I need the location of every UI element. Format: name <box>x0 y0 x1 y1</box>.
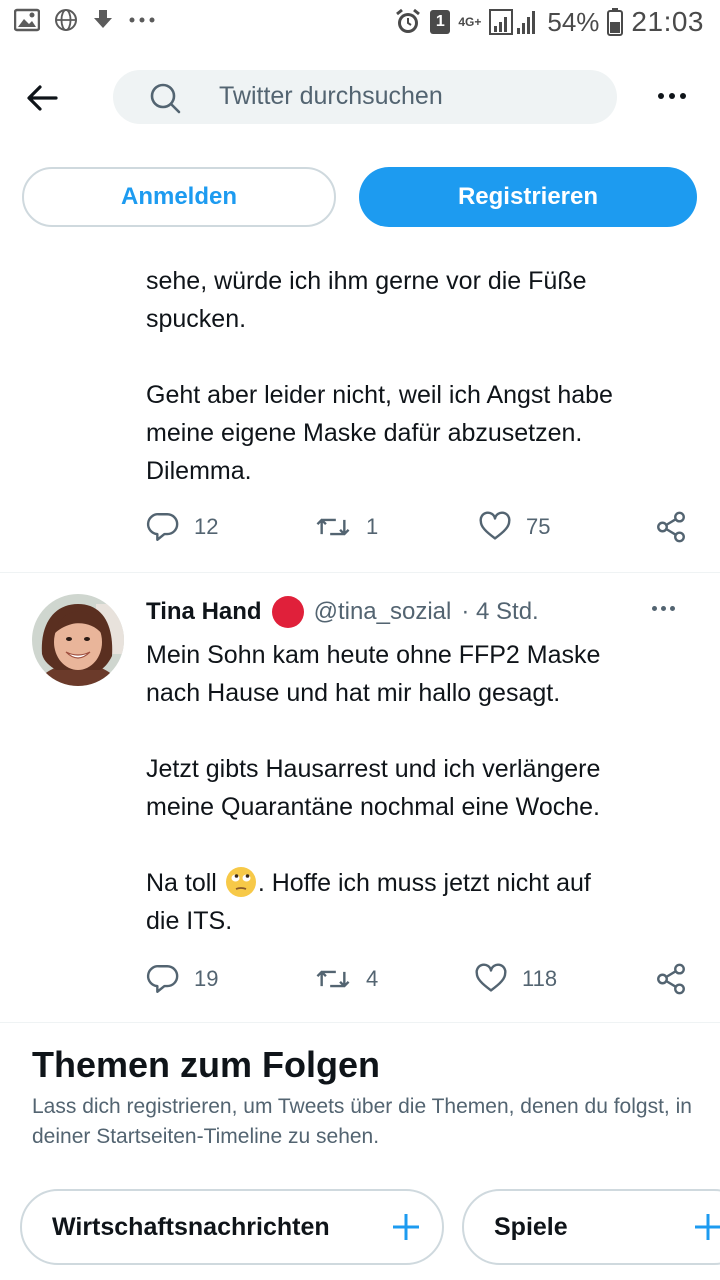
retweet-button[interactable]: 1 <box>314 510 378 544</box>
tweet-text-part: Mein Sohn kam heute ohne FFP2 Maske nach… <box>146 641 601 897</box>
tweet-text: sehe, würde ich ihm gerne vor die Füße s… <box>146 267 613 485</box>
sim-icon: 1 <box>430 10 451 34</box>
battery-percent: 54% <box>547 6 600 37</box>
more-dot <box>669 93 675 99</box>
eye-roll-emoji-icon <box>225 867 256 897</box>
image-icon <box>14 8 40 32</box>
tweet-time[interactable]: · 4 Std. <box>461 598 538 626</box>
plus-icon <box>393 1214 419 1240</box>
clock: 21:03 <box>631 6 704 37</box>
topic-chip-wirtschaftsnachrichten[interactable]: Wirtschaftsnachrichten <box>20 1189 444 1265</box>
plus-icon <box>695 1214 720 1240</box>
network-type: 4G+ <box>458 15 482 29</box>
more-dot <box>658 93 664 99</box>
author-name[interactable]: Tina Hand <box>146 598 262 626</box>
login-button[interactable]: Anmelden <box>22 167 336 227</box>
reply-button[interactable]: 19 <box>146 962 218 996</box>
tweet[interactable]: sehe, würde ich ihm gerne vor die Füße s… <box>0 232 720 572</box>
more-dot <box>680 93 686 99</box>
tweet[interactable]: Tina Hand @tina_sozial · 4 Std. Mein Soh… <box>0 576 720 1022</box>
retweet-button[interactable]: 4 <box>314 962 378 996</box>
search-icon <box>150 83 181 114</box>
red-circle-icon <box>271 596 304 628</box>
download-icon <box>94 10 112 28</box>
topic-chip-spiele[interactable]: Spiele <box>462 1189 720 1265</box>
heart-icon <box>479 511 511 540</box>
like-count: 75 <box>526 514 551 539</box>
battery-icon <box>607 8 624 36</box>
topic-label: Spiele <box>494 1213 568 1241</box>
share-button[interactable] <box>654 510 688 544</box>
reply-button[interactable]: 12 <box>146 510 218 544</box>
divider <box>0 1022 720 1023</box>
signup-button[interactable]: Registrieren <box>359 167 697 227</box>
status-bar-system: 1 4G+ 54% 21:03 <box>394 6 704 38</box>
retweet-count: 4 <box>366 966 379 991</box>
reply-icon <box>146 965 179 993</box>
status-bar-notifications <box>14 8 156 32</box>
tweet-text: Mein Sohn kam heute ohne FFP2 Maske nach… <box>146 636 686 940</box>
top-header: Twitter durchsuchen <box>0 48 720 148</box>
tweet-actions: 19 4 118 <box>146 962 691 1002</box>
like-button[interactable]: 75 <box>478 510 550 544</box>
retweet-icon <box>316 518 350 536</box>
more-dot <box>652 606 657 611</box>
section-subtitle: Lass dich registrieren, um Tweets über d… <box>32 1095 692 1148</box>
heart-icon <box>475 963 507 992</box>
divider <box>0 572 720 573</box>
section-title: Themen zum Folgen <box>32 1044 381 1085</box>
avatar[interactable] <box>32 594 124 686</box>
tweet-header: Tina Hand @tina_sozial · 4 Std. <box>146 596 539 628</box>
auth-bar: Anmelden Registrieren <box>0 150 720 242</box>
search-placeholder: Twitter durchsuchen <box>219 82 443 110</box>
signal-icon <box>489 9 536 35</box>
share-icon <box>657 511 685 543</box>
more-dot <box>661 606 666 611</box>
share-icon <box>657 963 685 995</box>
alarm-icon <box>396 8 421 33</box>
reply-count: 19 <box>194 966 219 991</box>
more-dots-icon <box>129 17 155 23</box>
retweet-count: 1 <box>366 514 379 539</box>
like-button[interactable]: 118 <box>474 962 557 996</box>
topics-section: Themen zum Folgen Lass dich registrieren… <box>0 1040 720 1280</box>
more-options-button[interactable] <box>650 76 694 116</box>
share-button[interactable] <box>654 962 688 996</box>
avatar-photo <box>32 594 124 686</box>
more-dot <box>670 606 675 611</box>
retweet-icon <box>316 970 350 988</box>
topic-label: Wirtschaftsnachrichten <box>52 1213 330 1241</box>
search-input[interactable]: Twitter durchsuchen <box>113 70 617 124</box>
reply-count: 12 <box>194 514 219 539</box>
back-arrow-icon[interactable] <box>22 78 62 118</box>
reply-icon <box>146 513 179 541</box>
tweet-more-button[interactable] <box>652 606 675 611</box>
author-handle[interactable]: @tina_sozial <box>314 598 452 626</box>
status-bar: 1 4G+ 54% 21:03 <box>0 0 720 48</box>
tweet-actions: 12 1 75 <box>146 510 691 550</box>
like-count: 118 <box>522 966 558 991</box>
globe-icon <box>55 9 77 31</box>
